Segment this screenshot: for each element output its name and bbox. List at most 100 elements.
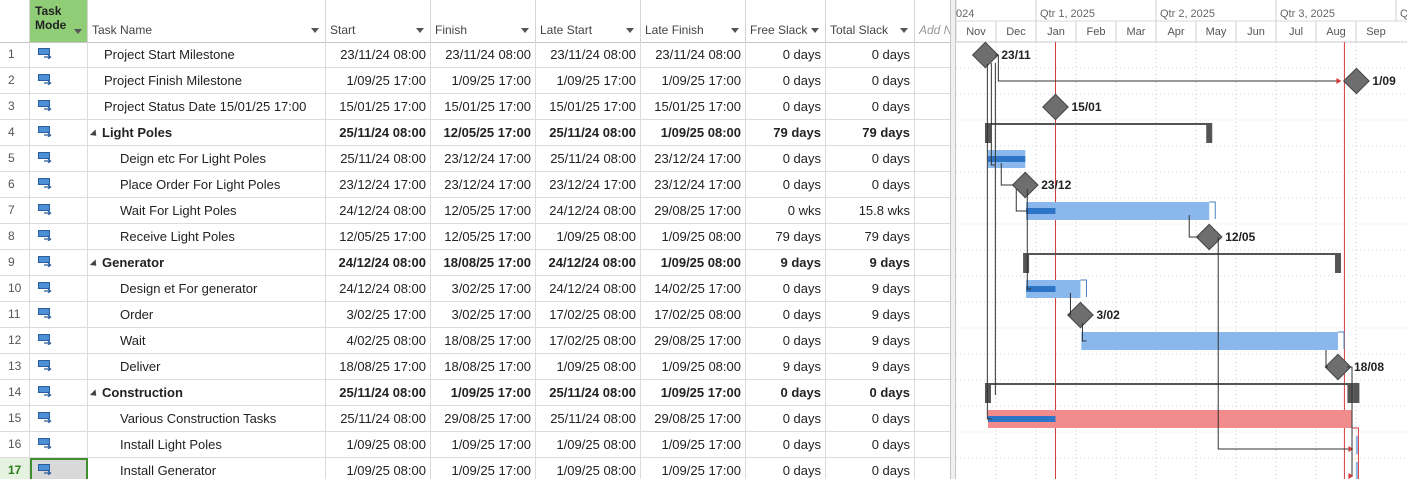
milestone-date-label[interactable]: 23/11: [1001, 48, 1031, 62]
add-new-column-cell[interactable]: [915, 432, 950, 458]
row-number[interactable]: 14: [0, 380, 30, 406]
cell-start[interactable]: 12/05/25 17:00: [326, 224, 431, 250]
milestone-date-label[interactable]: 12/05: [1225, 230, 1255, 244]
add-new-column-cell[interactable]: [915, 42, 950, 68]
add-new-column-cell[interactable]: [915, 68, 950, 94]
add-new-column-cell[interactable]: [915, 328, 950, 354]
table-row[interactable]: 10 Design et For generator 24/12/24 08:00 3…: [0, 276, 950, 302]
collapse-icon[interactable]: [89, 258, 100, 269]
milestone-date-label[interactable]: 1/09: [1372, 74, 1396, 88]
table-row[interactable]: 1 Project Start Milestone 23/11/24 08:00 23…: [0, 42, 950, 68]
cell-total-slack[interactable]: 9 days: [826, 302, 915, 328]
cell-late-start[interactable]: 15/01/25 17:00: [536, 94, 641, 120]
cell-late-start[interactable]: 24/12/24 08:00: [536, 276, 641, 302]
cell-name[interactable]: Install Light Poles: [88, 432, 326, 458]
cell-total-slack[interactable]: 15.8 wks: [826, 198, 915, 224]
row-number[interactable]: 12: [0, 328, 30, 354]
summary-bar-end[interactable]: [1023, 253, 1030, 273]
cell-free-slack[interactable]: 0 days: [746, 458, 826, 479]
cell-late-start[interactable]: 17/02/25 08:00: [536, 302, 641, 328]
cell-start[interactable]: 23/12/24 17:00: [326, 172, 431, 198]
cell-late-finish[interactable]: 17/02/25 08:00: [641, 302, 746, 328]
task-mode-cell[interactable]: [30, 146, 88, 172]
column-header-free-slack[interactable]: Free Slack: [746, 0, 826, 42]
column-header-task-mode[interactable]: Task Mode: [30, 0, 88, 42]
cell-free-slack[interactable]: 0 days: [746, 406, 826, 432]
row-number[interactable]: 4: [0, 120, 30, 146]
cell-finish[interactable]: 1/09/25 17:00: [431, 432, 536, 458]
task-mode-cell[interactable]: [30, 250, 88, 276]
row-number[interactable]: 15: [0, 406, 30, 432]
cell-late-start[interactable]: 1/09/25 17:00: [536, 68, 641, 94]
cell-name[interactable]: Deign etc For Light Poles: [88, 146, 326, 172]
task-mode-cell[interactable]: [30, 172, 88, 198]
cell-late-finish[interactable]: 1/09/25 17:00: [641, 68, 746, 94]
cell-free-slack[interactable]: 0 days: [746, 302, 826, 328]
task-progress-bar[interactable]: [987, 416, 1056, 422]
task-bar[interactable]: [1355, 462, 1358, 479]
cell-start[interactable]: 25/11/24 08:00: [326, 146, 431, 172]
task-mode-cell[interactable]: [30, 302, 88, 328]
task-mode-cell[interactable]: [30, 354, 88, 380]
column-header-start[interactable]: Start: [326, 0, 431, 42]
cell-finish[interactable]: 1/09/25 17:00: [431, 380, 536, 406]
cell-start[interactable]: 1/09/25 08:00: [326, 432, 431, 458]
add-new-column-cell[interactable]: [915, 354, 950, 380]
task-mode-cell[interactable]: [30, 380, 88, 406]
row-number[interactable]: 2: [0, 68, 30, 94]
cell-finish[interactable]: 18/08/25 17:00: [431, 250, 536, 276]
row-number[interactable]: 13: [0, 354, 30, 380]
cell-late-start[interactable]: 1/09/25 08:00: [536, 432, 641, 458]
summary-bar-end[interactable]: [984, 123, 991, 143]
cell-finish[interactable]: 12/05/25 17:00: [431, 224, 536, 250]
cell-free-slack[interactable]: 0 wks: [746, 198, 826, 224]
add-new-column-cell[interactable]: [915, 172, 950, 198]
cell-free-slack[interactable]: 0 days: [746, 146, 826, 172]
cell-start[interactable]: 1/09/25 08:00: [326, 458, 431, 479]
cell-free-slack[interactable]: 0 days: [746, 276, 826, 302]
dropdown-arrow-icon[interactable]: [900, 28, 908, 33]
cell-late-finish[interactable]: 1/09/25 17:00: [641, 432, 746, 458]
column-header-finish[interactable]: Finish: [431, 0, 536, 42]
table-row[interactable]: 17 Install Generator 1/09/25 08:00 1/09/25 …: [0, 458, 950, 479]
table-row[interactable]: 8 Receive Light Poles 12/05/25 17:00 12/05/…: [0, 224, 950, 250]
cell-late-finish[interactable]: 1/09/25 17:00: [641, 380, 746, 406]
cell-late-start[interactable]: 23/11/24 08:00: [536, 42, 641, 68]
cell-start[interactable]: 24/12/24 08:00: [326, 250, 431, 276]
cell-late-start[interactable]: 25/11/24 08:00: [536, 120, 641, 146]
row-number[interactable]: 7: [0, 198, 30, 224]
table-row[interactable]: 9 Generator 24/12/24 08:00 18/08/25 17:00 24…: [0, 250, 950, 276]
row-number[interactable]: 9: [0, 250, 30, 276]
table-row[interactable]: 15 Various Construction Tasks 25/11/24 08:…: [0, 406, 950, 432]
dropdown-arrow-icon[interactable]: [811, 28, 819, 33]
summary-bar-end[interactable]: [1335, 253, 1342, 273]
cell-total-slack[interactable]: 0 days: [826, 94, 915, 120]
task-progress-bar[interactable]: [987, 156, 1026, 162]
add-new-column-cell[interactable]: [915, 250, 950, 276]
cell-start[interactable]: 4/02/25 08:00: [326, 328, 431, 354]
table-row[interactable]: 2 Project Finish Milestone 1/09/25 17:00 1/…: [0, 68, 950, 94]
cell-name[interactable]: Install Generator: [88, 458, 326, 479]
cell-total-slack[interactable]: 0 days: [826, 458, 915, 479]
summary-bar-end[interactable]: [1206, 123, 1213, 143]
add-new-column-cell[interactable]: [915, 146, 950, 172]
cell-free-slack[interactable]: 0 days: [746, 172, 826, 198]
cell-name[interactable]: Various Construction Tasks: [88, 406, 326, 432]
row-number[interactable]: 5: [0, 146, 30, 172]
cell-late-finish[interactable]: 1/09/25 08:00: [641, 224, 746, 250]
table-row[interactable]: 7 Wait For Light Poles 24/12/24 08:00 12/05…: [0, 198, 950, 224]
cell-late-finish[interactable]: 1/09/25 17:00: [641, 458, 746, 479]
cell-late-finish[interactable]: 29/08/25 17:00: [641, 198, 746, 224]
cell-late-finish[interactable]: 23/12/24 17:00: [641, 146, 746, 172]
cell-name[interactable]: Wait For Light Poles: [88, 198, 326, 224]
table-row[interactable]: 4 Light Poles 25/11/24 08:00 12/05/25 17:00…: [0, 120, 950, 146]
task-mode-cell[interactable]: [30, 224, 88, 250]
row-number[interactable]: 10: [0, 276, 30, 302]
cell-total-slack[interactable]: 79 days: [826, 224, 915, 250]
milestone-diamond[interactable]: [1324, 353, 1352, 381]
table-row[interactable]: 16 Install Light Poles 1/09/25 08:00 1/09/2…: [0, 432, 950, 458]
cell-total-slack[interactable]: 0 days: [826, 146, 915, 172]
cell-late-finish[interactable]: 1/09/25 08:00: [641, 250, 746, 276]
cell-name[interactable]: Project Start Milestone: [88, 42, 326, 68]
collapse-icon[interactable]: [89, 388, 100, 399]
